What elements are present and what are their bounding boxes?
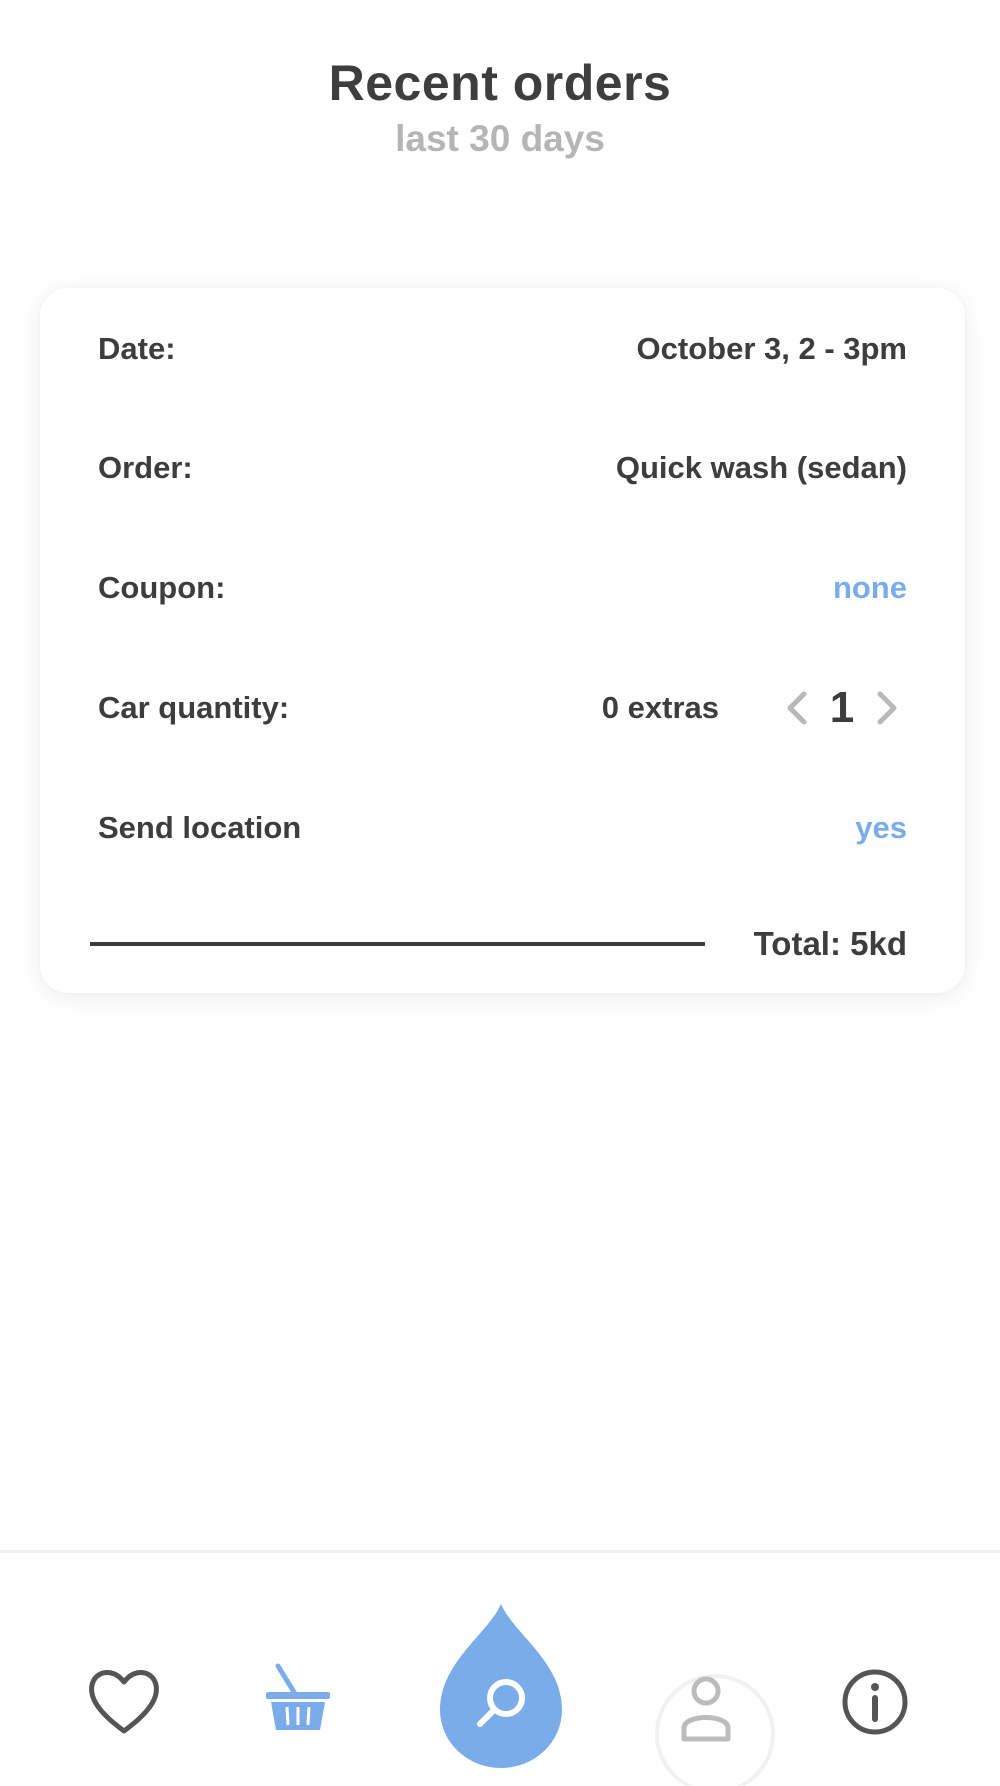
order-label: Order: — [98, 450, 193, 485]
order-card: Date: October 3, 2 - 3pm Order: Quick wa… — [40, 288, 965, 993]
coupon-value-link[interactable]: none — [833, 558, 907, 618]
chevron-left-icon — [787, 691, 807, 725]
chevron-right-icon — [877, 691, 897, 725]
search-icon — [440, 1604, 562, 1768]
order-row: Order: Quick wash (sedan) — [98, 438, 907, 498]
total-value: Total: 5kd — [753, 925, 907, 962]
tab-search[interactable] — [436, 1600, 566, 1770]
tab-info[interactable] — [840, 1667, 910, 1737]
send-location-label: Send location — [98, 810, 302, 845]
user-icon — [655, 1674, 775, 1786]
tab-basket[interactable] — [262, 1662, 334, 1736]
bottom-tab-bar — [0, 1550, 1000, 1786]
page-title: Recent orders — [328, 55, 672, 111]
send-location-value-link[interactable]: yes — [855, 798, 907, 858]
page-header: Recent orders last 30 days — [0, 58, 1000, 157]
coupon-row: Coupon: none — [98, 558, 907, 618]
date-value: October 3, 2 - 3pm — [636, 331, 907, 366]
order-value: Quick wash (sedan) — [615, 450, 907, 485]
tab-bar-divider — [0, 1550, 1000, 1553]
decrement-button[interactable] — [777, 686, 817, 730]
info-icon — [842, 1669, 908, 1735]
basket-icon — [266, 1663, 330, 1730]
date-row: Date: October 3, 2 - 3pm — [98, 319, 907, 379]
car-quantity-row: Car quantity: 0 extras 1 — [98, 678, 907, 738]
car-quantity-label: Car quantity: — [98, 690, 290, 725]
increment-button[interactable] — [867, 686, 907, 730]
tab-profile[interactable] — [652, 1666, 778, 1786]
heart-icon — [89, 1670, 159, 1734]
extras-value: 0 extras — [601, 690, 719, 725]
page-subtitle: last 30 days — [395, 118, 605, 159]
date-label: Date: — [98, 331, 176, 366]
total-divider — [90, 942, 705, 946]
quantity-stepper: 1 — [777, 678, 907, 738]
tab-favorites[interactable] — [86, 1665, 162, 1737]
coupon-label: Coupon: — [98, 570, 226, 605]
send-location-row: Send location yes — [98, 798, 907, 858]
quantity-value: 1 — [829, 683, 855, 732]
